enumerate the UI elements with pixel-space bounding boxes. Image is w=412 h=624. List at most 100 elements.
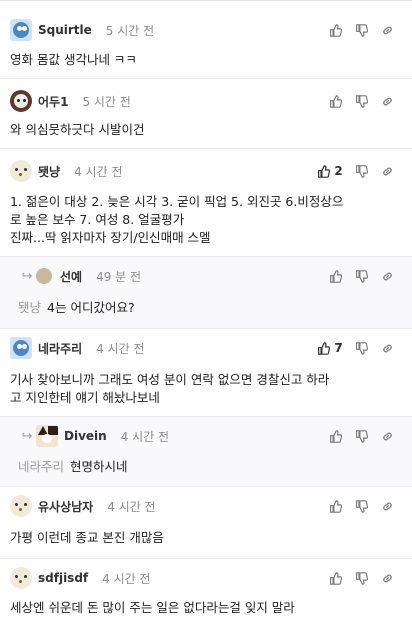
- thumbs-down-icon: [355, 269, 368, 283]
- comment-text: 현명하시네: [70, 459, 128, 474]
- avatar[interactable]: [10, 160, 32, 182]
- mention-tag[interactable]: 됏냥: [18, 300, 41, 315]
- like-button[interactable]: [322, 90, 348, 112]
- dislike-button[interactable]: [348, 337, 374, 359]
- dislike-button[interactable]: [348, 567, 374, 589]
- comment-nickname[interactable]: 유사상남자: [38, 498, 93, 515]
- comment-text: 4는 어디갔어요?: [47, 300, 135, 315]
- thumbs-up-icon: [318, 164, 331, 178]
- comment-actions: [322, 423, 400, 449]
- comment-body: 1. 젊은이 대상 2. 늦은 시각 3. 굳이 픽업 5. 외진곳 6.비정상…: [10, 194, 344, 245]
- comment-time: 4 시간 전: [120, 429, 170, 444]
- comment-time: 5 시간 전: [105, 23, 155, 38]
- dislike-button[interactable]: [348, 160, 374, 182]
- avatar[interactable]: [10, 337, 32, 359]
- comment-item: sdfjisdf 4 시간 전 세상엔 쉬운데 돈 많이 주는 일은 없다라는걸…: [0, 559, 412, 624]
- link-button[interactable]: [374, 425, 400, 447]
- comment-header: 됏냥 4 시간 전: [10, 158, 122, 184]
- comment-nickname[interactable]: 네라주리: [38, 340, 82, 357]
- comment-body: 네라주리 현명하시네: [18, 458, 402, 476]
- avatar[interactable]: [36, 425, 58, 447]
- comment-nickname[interactable]: 어두1: [38, 93, 68, 110]
- link-icon: [382, 272, 392, 280]
- comment-item: Squirtle 5 시간 전 영화 몸값 생각나네 ㅋㅋ: [0, 1, 412, 79]
- thumbs-down-icon: [355, 94, 368, 108]
- link-icon: [382, 432, 392, 440]
- thumbs-up-icon: [329, 23, 342, 37]
- comment-time: 4 시간 전: [96, 341, 145, 356]
- thumbs-up-icon: [329, 571, 342, 585]
- link-button[interactable]: [374, 337, 400, 359]
- like-button[interactable]: [322, 19, 348, 41]
- like-count: 2: [334, 164, 343, 178]
- comment-header: 어두1 5 시간 전: [10, 88, 131, 114]
- comment-nickname[interactable]: 됏냥: [38, 163, 60, 180]
- link-button[interactable]: [374, 160, 400, 182]
- comment-actions: [322, 263, 400, 289]
- dislike-button[interactable]: [348, 425, 374, 447]
- comment-header: ↪ Divein 4 시간 전: [18, 423, 169, 449]
- comment-nickname[interactable]: Squirtle: [38, 23, 92, 37]
- like-button[interactable]: [322, 495, 348, 517]
- comment-time: 4 시간 전: [74, 164, 123, 179]
- comment-body: 영화 몸값 생각나네 ㅋㅋ: [10, 52, 137, 67]
- comment-nickname[interactable]: sdfjisdf: [38, 571, 88, 585]
- dislike-button[interactable]: [348, 90, 374, 112]
- reply-arrow-icon: ↪: [21, 268, 33, 284]
- comment-time: 4 시간 전: [102, 571, 151, 586]
- comment-item: 네라주리 4 시간 전 7 기사 찾아보니까 그래도 여성 분이 연락 없으면 …: [0, 329, 412, 417]
- comment-nickname[interactable]: Divein: [64, 429, 107, 443]
- link-icon: [382, 502, 392, 510]
- comment-actions: [322, 17, 400, 43]
- thumbs-up-icon: [329, 429, 342, 443]
- like-button[interactable]: [322, 567, 348, 589]
- thumbs-down-icon: [355, 571, 368, 585]
- link-icon: [382, 97, 392, 105]
- comment-actions: [322, 88, 400, 114]
- comment-header: sdfjisdf 4 시간 전: [10, 565, 151, 591]
- dislike-button[interactable]: [348, 495, 374, 517]
- comment-list: Squirtle 5 시간 전 영화 몸값 생각나네 ㅋㅋ 어두1 5 시간 전…: [0, 0, 412, 624]
- like-button[interactable]: [322, 425, 348, 447]
- avatar[interactable]: [36, 268, 52, 284]
- comment-header: 네라주리 4 시간 전: [10, 335, 145, 361]
- thumbs-down-icon: [355, 499, 368, 513]
- comment-body: 기사 찾아보니까 그래도 여성 분이 연락 없으면 경찰신고 하라 고 지인한테…: [10, 372, 330, 405]
- thumbs-down-icon: [355, 164, 368, 178]
- mention-tag[interactable]: 네라주리: [18, 459, 64, 474]
- link-icon: [382, 344, 392, 352]
- avatar[interactable]: [10, 90, 32, 112]
- dislike-button[interactable]: [348, 19, 374, 41]
- like-button[interactable]: 7: [312, 337, 348, 359]
- avatar[interactable]: [10, 19, 32, 41]
- comment-body: 세상엔 쉬운데 돈 많이 주는 일은 없다라는걸 잊지 말라: [10, 600, 295, 615]
- reply-item: ↪ Divein 4 시간 전 네라주리 현명하시네: [0, 417, 412, 487]
- like-count: 7: [334, 341, 343, 355]
- comment-header: ↪ 선예 49 분 전: [18, 263, 141, 289]
- link-icon: [382, 167, 392, 175]
- link-button[interactable]: [374, 19, 400, 41]
- thumbs-down-icon: [355, 341, 368, 355]
- thumbs-down-icon: [355, 23, 368, 37]
- comment-time: 5 시간 전: [82, 94, 131, 109]
- comment-body: 가평 이런데 종교 본진 개많음: [10, 530, 164, 545]
- thumbs-up-icon: [318, 341, 331, 355]
- link-button[interactable]: [374, 495, 400, 517]
- like-button[interactable]: [322, 265, 348, 287]
- dislike-button[interactable]: [348, 265, 374, 287]
- thumbs-up-icon: [329, 499, 342, 513]
- comment-time: 4 시간 전: [107, 499, 156, 514]
- link-button[interactable]: [374, 567, 400, 589]
- link-icon: [382, 574, 392, 582]
- comment-nickname[interactable]: 선예: [60, 268, 82, 285]
- link-icon: [382, 26, 392, 34]
- thumbs-up-icon: [329, 269, 342, 283]
- link-button[interactable]: [374, 265, 400, 287]
- avatar[interactable]: [10, 495, 32, 517]
- thumbs-down-icon: [355, 429, 368, 443]
- avatar[interactable]: [10, 567, 32, 589]
- like-button[interactable]: 2: [312, 160, 348, 182]
- comment-item: 유사상남자 4 시간 전 가평 이런데 종교 본진 개많음: [0, 487, 412, 559]
- reply-arrow-icon: ↪: [21, 428, 33, 444]
- link-button[interactable]: [374, 90, 400, 112]
